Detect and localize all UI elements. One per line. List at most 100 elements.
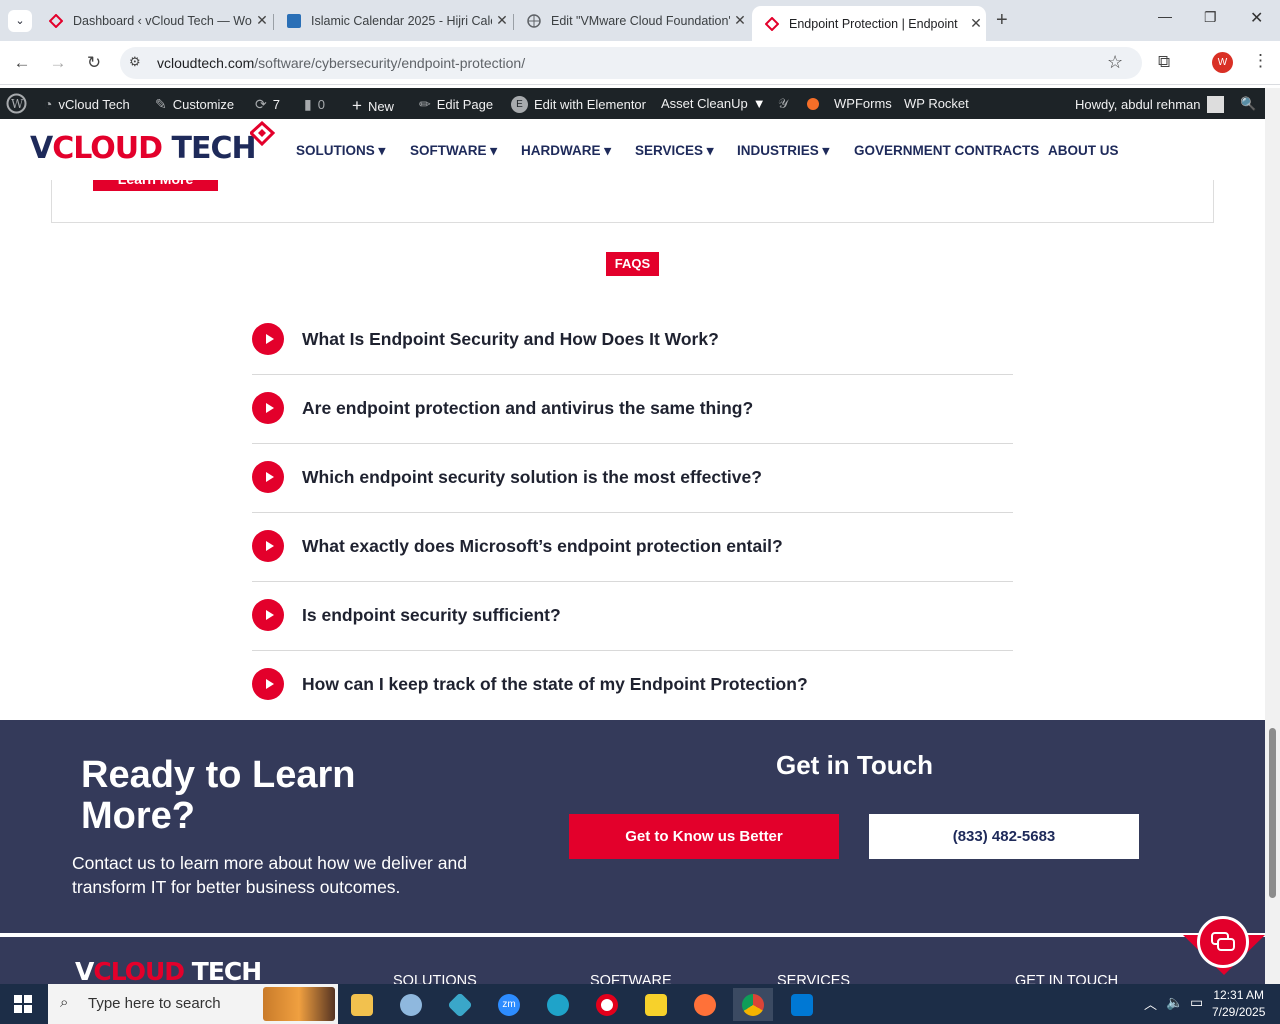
volume-icon[interactable]: 🔈 — [1166, 994, 1183, 1011]
search-placeholder: Type here to search — [88, 995, 221, 1012]
wp-asset-cleanup-link[interactable]: Asset CleanUp ▼ — [661, 96, 766, 111]
faq-question: Are endpoint protection and antivirus th… — [302, 398, 754, 418]
taskbar-search-box[interactable]: ⌕ Type here to search — [48, 984, 338, 1024]
wp-updates-link[interactable]: ⟳ 7 — [255, 96, 280, 113]
faq-item[interactable]: What exactly does Microsoft’s endpoint p… — [252, 513, 1013, 582]
zoom-icon[interactable]: zm — [489, 988, 529, 1021]
site-info-icon[interactable]: ⚙ — [129, 54, 141, 70]
tab-title: Dashboard ‹ vCloud Tech — WordPress — [73, 13, 252, 28]
play-arrow-icon — [252, 323, 284, 355]
funnel-icon: ▼ — [752, 96, 766, 111]
menu-about-us[interactable]: ABOUT US — [1048, 143, 1119, 158]
network-icon[interactable]: ▭ — [1190, 994, 1203, 1011]
chat-bubbles-icon — [1211, 932, 1235, 951]
window-close-icon[interactable]: ✕ — [1250, 8, 1263, 28]
faq-item[interactable]: How can I keep track of the state of my … — [252, 651, 1013, 720]
chrome-menu-icon[interactable]: ⋮ — [1252, 51, 1269, 71]
search-icon: ⌕ — [60, 994, 69, 1011]
vpn-app-icon[interactable] — [440, 988, 480, 1021]
minimize-icon[interactable]: — — [1158, 8, 1172, 24]
wp-new-link[interactable]: + New — [352, 96, 394, 116]
vscode-icon[interactable] — [782, 988, 822, 1021]
back-arrow-icon[interactable]: ← — [12, 53, 32, 73]
tab-endpoint-protection[interactable]: Endpoint Protection | Endpoint ✕ — [752, 6, 986, 41]
firefox-icon[interactable] — [685, 988, 725, 1021]
faq-question: Is endpoint security sufficient? — [302, 605, 561, 625]
wp-edit-page-link[interactable]: ✏ Edit Page — [419, 96, 493, 113]
windows-taskbar: ⌕ Type here to search zm ︿ 🔈 ▭ 12:31 AM 7… — [0, 984, 1280, 1024]
wp-admin-bar: W ◔ vCloud Tech ✎ Customize ⟳ 7 ▮ 0 + New ✏ Ed… — [0, 88, 1265, 119]
sticky-notes-icon[interactable] — [636, 988, 676, 1021]
forward-arrow-icon[interactable]: → — [48, 53, 68, 73]
paint-app-icon[interactable] — [391, 988, 431, 1021]
play-arrow-icon — [252, 668, 284, 700]
yoast-icon[interactable]: 𝒴 — [778, 96, 788, 112]
site-footer: VCLOUD TECH SOLUTIONS SOFTWARE SERVICES … — [0, 935, 1265, 989]
wp-wpforms-link[interactable]: WPForms — [834, 96, 892, 111]
wp-customize-link[interactable]: ✎ Customize — [155, 96, 234, 113]
logo-diamond-icon — [250, 121, 275, 146]
address-bar[interactable]: ⚙ vcloudtech.com/software/cybersecurity/… — [120, 47, 1142, 79]
edge-icon[interactable] — [538, 988, 578, 1021]
chrome-icon[interactable] — [733, 988, 773, 1021]
play-arrow-icon — [252, 461, 284, 493]
faq-question: How can I keep track of the state of my … — [302, 674, 808, 694]
phone-button[interactable]: (833) 482-5683 — [869, 814, 1139, 859]
user-avatar — [1206, 96, 1224, 113]
close-icon[interactable]: ✕ — [252, 12, 272, 29]
restore-icon[interactable]: ❐ — [1204, 9, 1217, 26]
faqs-badge: FAQS — [606, 252, 659, 276]
url-text: vcloudtech.com/software/cybersecurity/en… — [157, 55, 526, 71]
cta-text: Contact us to learn more about how we de… — [72, 853, 467, 897]
profile-avatar[interactable]: W — [1212, 52, 1233, 73]
new-tab-plus-icon[interactable]: + — [996, 9, 1008, 32]
play-arrow-icon — [252, 530, 284, 562]
faq-item[interactable]: Are endpoint protection and antivirus th… — [252, 375, 1013, 444]
scrollbar-thumb[interactable] — [1269, 728, 1276, 898]
menu-hardware[interactable]: HARDWARE ▾ — [521, 143, 611, 159]
site-header: VCLOUD TECH SOLUTIONS ▾ SOFTWARE ▾ HARDW… — [0, 119, 1265, 180]
wp-rocket-link[interactable]: WP Rocket — [904, 96, 969, 111]
tab-search-icon[interactable]: ⌄ — [8, 10, 32, 32]
bookmark-star-icon[interactable]: ☆ — [1107, 52, 1123, 73]
tab-title: Endpoint Protection | Endpoint — [789, 16, 958, 31]
vcloud-tech-logo[interactable]: VCLOUD TECH — [30, 131, 257, 166]
wp-howdy-account[interactable]: Howdy, abdul rehman — [1075, 96, 1224, 113]
wp-elementor-link[interactable]: E Edit with Elementor — [511, 96, 646, 113]
faq-item[interactable]: What Is Endpoint Security and How Does I… — [252, 306, 1013, 375]
wordpress-logo-icon[interactable]: W — [6, 93, 27, 114]
menu-software[interactable]: SOFTWARE ▾ — [410, 143, 497, 159]
faq-item[interactable]: Which endpoint security solution is the … — [252, 444, 1013, 513]
menu-services[interactable]: SERVICES ▾ — [635, 143, 714, 159]
seo-status-dot — [807, 98, 819, 110]
footer-logo[interactable]: VCLOUD TECH — [75, 957, 262, 986]
chat-button[interactable] — [1197, 916, 1249, 968]
page-scrollbar[interactable] — [1265, 88, 1280, 984]
chevron-up-icon[interactable]: ︿ — [1144, 994, 1157, 1013]
search-icon[interactable]: 🔍 — [1240, 96, 1256, 112]
faq-item[interactable]: Is endpoint security sufficient? — [252, 582, 1013, 651]
windows-start-icon[interactable] — [14, 995, 32, 1018]
file-explorer-icon[interactable] — [342, 988, 382, 1021]
play-arrow-icon — [252, 392, 284, 424]
plus-icon: + — [352, 96, 362, 115]
menu-government-contracts[interactable]: GOVERNMENT CONTRACTS — [854, 143, 1039, 158]
opera-icon[interactable] — [587, 988, 627, 1021]
taskbar-clock[interactable]: 12:31 AM 7/29/2025 — [1212, 987, 1265, 1021]
tab-islamic-calendar[interactable]: Islamic Calendar 2025 - Hijri Calendar ✕ — [274, 6, 512, 35]
paintbrush-icon: ✎ — [155, 96, 167, 112]
close-icon[interactable]: ✕ — [966, 15, 986, 32]
tab-title: Islamic Calendar 2025 - Hijri Calendar — [311, 13, 492, 28]
close-icon[interactable]: ✕ — [492, 12, 512, 29]
menu-solutions[interactable]: SOLUTIONS ▾ — [296, 143, 385, 159]
wp-site-link[interactable]: ◔ vCloud Tech — [44, 96, 130, 112]
wp-comments-link[interactable]: ▮ 0 — [304, 96, 325, 113]
get-to-know-us-button[interactable]: Get to Know us Better — [569, 814, 839, 859]
tab-edit-vmware[interactable]: Edit "VMware Cloud Foundation" ✕ — [514, 6, 750, 35]
extensions-puzzle-icon[interactable]: ⧉ — [1158, 52, 1170, 72]
menu-industries[interactable]: INDUSTRIES ▾ — [737, 143, 829, 159]
close-icon[interactable]: ✕ — [730, 12, 750, 29]
tab-dashboard[interactable]: Dashboard ‹ vCloud Tech — WordPress ✕ — [36, 6, 272, 35]
reload-icon[interactable]: ↻ — [84, 53, 104, 73]
browser-tab-strip: ⌄ Dashboard ‹ vCloud Tech — WordPress ✕ … — [0, 0, 1280, 41]
